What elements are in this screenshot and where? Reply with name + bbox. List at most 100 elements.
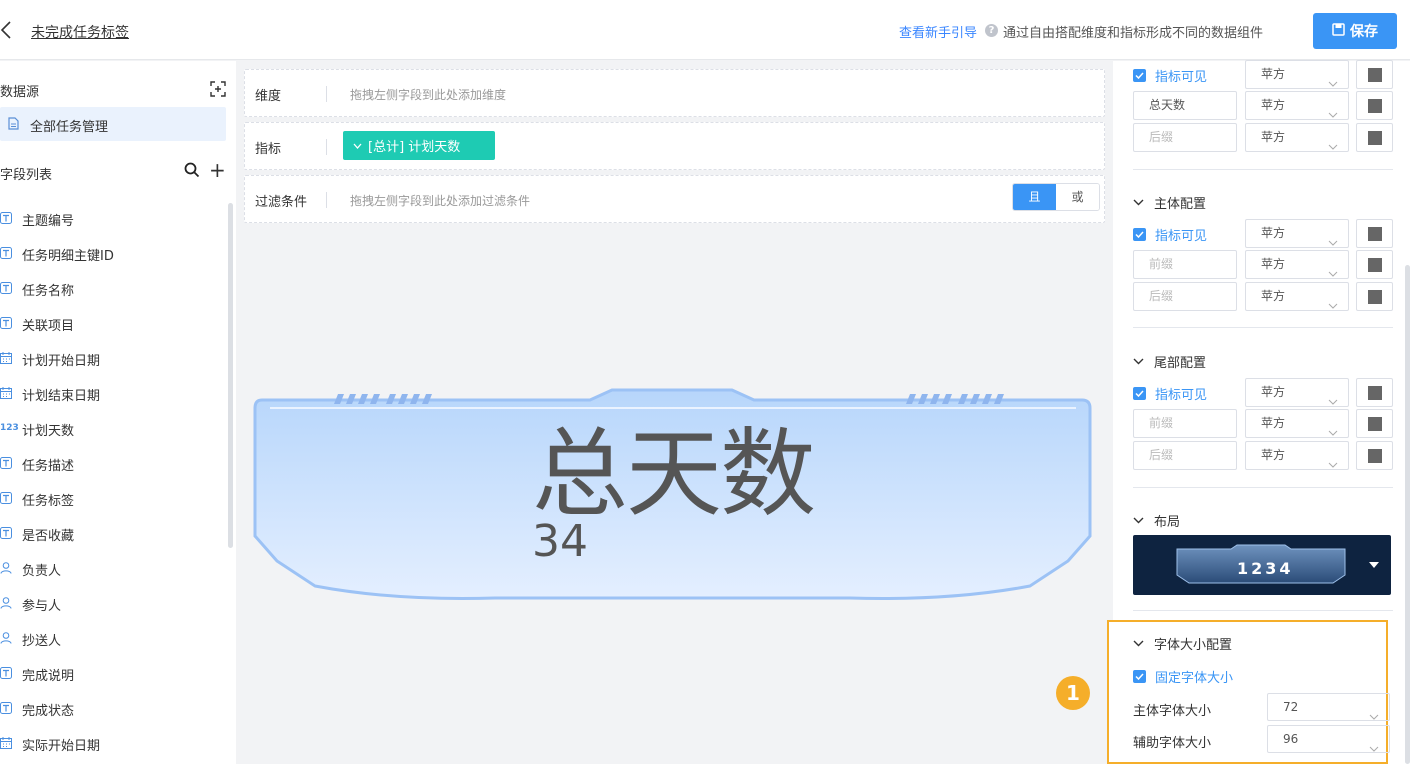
page-title[interactable]: 未完成任务标签 — [31, 22, 129, 42]
field-item[interactable]: 抄送人 — [0, 621, 226, 656]
color-swatch[interactable] — [1356, 219, 1393, 248]
filter-drop-zone[interactable]: 过滤条件 拖拽左侧字段到此处添加过滤条件 且 或 — [244, 175, 1105, 223]
font-select-value: 苹方 — [1261, 67, 1286, 81]
body-config-header[interactable]: 主体配置 — [1133, 193, 1206, 212]
save-label: 保存 — [1350, 24, 1378, 40]
calendar-icon — [0, 387, 12, 399]
field-item[interactable]: 完成状态 — [0, 691, 226, 726]
switch-datasource-icon[interactable] — [209, 80, 227, 98]
field-item[interactable]: 计划结束日期 — [0, 376, 226, 411]
color-swatch[interactable] — [1356, 441, 1393, 470]
metric-card-preview: 总天数 34 — [250, 386, 1095, 612]
color-swatch[interactable] — [1356, 91, 1393, 120]
field-label: 任务明细主键ID — [22, 249, 114, 264]
field-item[interactable]: 完成说明 — [0, 656, 226, 691]
color-swatch[interactable] — [1356, 60, 1393, 89]
color-swatch[interactable] — [1356, 409, 1393, 438]
chevron-down-icon — [1328, 292, 1338, 319]
field-item[interactable]: 任务描述 — [0, 446, 226, 481]
text-icon — [0, 317, 12, 329]
filter-or-button[interactable]: 或 — [1056, 184, 1099, 210]
chevron-down-icon — [1133, 513, 1144, 528]
field-item[interactable]: 主题编号 — [0, 201, 226, 236]
filter-placeholder: 拖拽左侧字段到此处添加过滤条件 — [350, 194, 531, 208]
tail-config-header[interactable]: 尾部配置 — [1133, 352, 1206, 371]
field-item[interactable]: 任务标签 — [0, 481, 226, 516]
field-item[interactable]: 参与人 — [0, 586, 226, 621]
chevron-down-icon — [1133, 636, 1144, 651]
color-swatch[interactable] — [1356, 282, 1393, 311]
guide-link[interactable]: 查看新手引导 — [899, 22, 977, 41]
layout-header[interactable]: 布局 — [1133, 511, 1180, 530]
suffix-input[interactable]: 后缀 — [1133, 282, 1237, 311]
right-scrollbar[interactable] — [1405, 265, 1410, 764]
swatch-fill — [1368, 68, 1382, 82]
section-title: 字体大小配置 — [1154, 638, 1233, 653]
search-icon[interactable] — [184, 162, 200, 182]
font-select-value: 苹方 — [1261, 130, 1286, 144]
body-visible-checkbox[interactable]: 指标可见 — [1133, 225, 1207, 244]
font-select[interactable]: 苹方 — [1245, 250, 1349, 279]
font-size-header[interactable]: 字体大小配置 — [1133, 634, 1232, 653]
field-item[interactable]: 123 计划天数 — [0, 411, 226, 446]
prefix-input[interactable]: 前缀 — [1133, 250, 1237, 279]
step-badge: 1 — [1056, 676, 1090, 710]
field-item[interactable]: 计划开始日期 — [0, 341, 226, 376]
main-font-size-label: 主体字体大小 — [1133, 704, 1212, 719]
color-swatch[interactable] — [1356, 250, 1393, 279]
filter-and-button[interactable]: 且 — [1013, 184, 1056, 210]
top-visible-checkbox[interactable]: 指标可见 — [1133, 66, 1207, 85]
user-icon — [0, 632, 12, 644]
chevron-down-icon — [353, 138, 362, 153]
back-arrow-icon[interactable] — [0, 20, 14, 40]
font-select[interactable]: 苹方 — [1245, 282, 1349, 311]
field-label: 计划开始日期 — [22, 354, 101, 369]
aux-font-size-select[interactable]: 96 — [1267, 725, 1390, 753]
section-divider — [1133, 169, 1393, 170]
field-label: 任务描述 — [22, 459, 75, 474]
checkbox-label: 固定字体大小 — [1155, 671, 1234, 686]
metric-drop-zone[interactable]: 指标 [总计] 计划天数 — [244, 122, 1105, 170]
swatch-fill — [1368, 99, 1382, 113]
prefix-input[interactable]: 前缀 — [1133, 409, 1237, 438]
font-select[interactable]: 苹方 — [1245, 378, 1349, 407]
divider — [326, 139, 327, 155]
suffix-input[interactable]: 后缀 — [1133, 441, 1237, 470]
field-label: 完成状态 — [22, 704, 75, 719]
tail-visible-checkbox[interactable]: 指标可见 — [1133, 384, 1207, 403]
swatch-fill — [1368, 290, 1382, 304]
layout-style-select[interactable]: 1234 — [1133, 535, 1391, 595]
font-select[interactable]: 苹方 — [1245, 441, 1349, 470]
color-swatch[interactable] — [1356, 123, 1393, 152]
font-select[interactable]: 苹方 — [1245, 219, 1349, 248]
main-font-size-select[interactable]: 72 — [1267, 693, 1390, 721]
font-select[interactable]: 苹方 — [1245, 60, 1349, 89]
field-item[interactable]: 任务名称 — [0, 271, 226, 306]
fixed-font-size-checkbox[interactable]: 固定字体大小 — [1133, 667, 1233, 686]
field-item[interactable]: 关联项目 — [0, 306, 226, 341]
font-select[interactable]: 苹方 — [1245, 123, 1349, 152]
title-text-input[interactable]: 总天数 — [1133, 91, 1237, 120]
datasource-item[interactable]: 全部任务管理 — [0, 107, 226, 141]
section-title: 主体配置 — [1154, 197, 1207, 212]
metric-chip[interactable]: [总计] 计划天数 — [343, 131, 495, 160]
help-icon[interactable]: ? — [985, 24, 998, 37]
field-item[interactable]: 是否收藏 — [0, 516, 226, 551]
field-item[interactable]: 实际开始日期 — [0, 726, 226, 761]
checkbox-checked-icon — [1133, 670, 1146, 683]
save-button[interactable]: 保存 — [1313, 13, 1397, 49]
add-field-icon[interactable]: + — [209, 160, 226, 180]
preview-value: 34 — [532, 516, 588, 567]
left-scrollbar[interactable] — [228, 203, 233, 548]
field-item[interactable]: 负责人 — [0, 551, 226, 586]
font-select[interactable]: 苹方 — [1245, 409, 1349, 438]
field-label: 抄送人 — [22, 634, 62, 649]
suffix-input[interactable]: 后缀 — [1133, 123, 1237, 152]
field-item[interactable]: 任务明细主键ID — [0, 236, 226, 271]
font-select-value: 苹方 — [1261, 289, 1286, 303]
field-label: 参与人 — [22, 599, 62, 614]
font-select[interactable]: 苹方 — [1245, 91, 1349, 120]
dimension-drop-zone[interactable]: 维度 拖拽左侧字段到此处添加维度 — [244, 69, 1105, 117]
calendar-icon — [0, 352, 12, 364]
color-swatch[interactable] — [1356, 378, 1393, 407]
